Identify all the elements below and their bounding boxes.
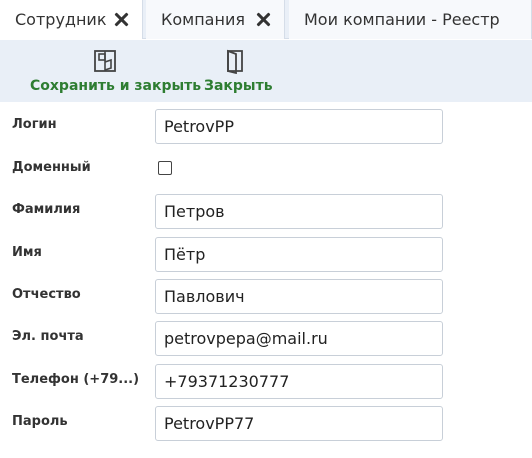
close-icon[interactable] bbox=[113, 11, 129, 27]
email-field[interactable]: petrovpepa@mail.ru bbox=[155, 321, 443, 356]
surname-label: Фамилия bbox=[12, 202, 81, 217]
close-label: Закрыть bbox=[204, 78, 273, 94]
tab-company-label: Компания bbox=[161, 10, 245, 29]
name-label: Имя bbox=[12, 245, 42, 260]
tab-my-companies-label: Мои компании - Реестр bbox=[304, 10, 500, 29]
tab-company[interactable]: Компания bbox=[146, 0, 285, 39]
save-close-icon bbox=[92, 48, 118, 78]
toolbar: Сохранить и закрыть Закрыть bbox=[0, 40, 532, 102]
phone-field[interactable]: +79371230777 bbox=[155, 364, 443, 399]
login-label: Логин bbox=[12, 117, 57, 132]
domain-checkbox[interactable] bbox=[158, 161, 172, 175]
password-label: Пароль bbox=[12, 414, 68, 429]
tab-employee-label: Сотрудник bbox=[15, 10, 107, 29]
surname-field[interactable]: Петров bbox=[155, 194, 443, 229]
save-and-close-button[interactable]: Сохранить и закрыть bbox=[30, 40, 201, 102]
tab-bar: Сотрудник Компания Мои компании - Реестр bbox=[0, 0, 532, 39]
close-button[interactable]: Закрыть bbox=[204, 40, 273, 102]
door-icon bbox=[222, 48, 248, 78]
email-label: Эл. почта bbox=[12, 329, 84, 344]
tab-my-companies-registry[interactable]: Мои компании - Реестр bbox=[289, 0, 532, 39]
save-and-close-label: Сохранить и закрыть bbox=[30, 78, 202, 94]
name-field[interactable]: Пётр bbox=[155, 237, 443, 272]
close-icon[interactable] bbox=[255, 11, 271, 27]
phone-label: Телефон (+79...) bbox=[12, 372, 140, 387]
tab-employee[interactable]: Сотрудник bbox=[0, 0, 143, 39]
patronymic-field[interactable]: Павлович bbox=[155, 279, 443, 314]
login-field[interactable]: PetrovPP bbox=[155, 109, 443, 144]
patronymic-label: Отчество bbox=[12, 287, 81, 302]
password-field[interactable]: PetrovPP77 bbox=[155, 406, 443, 441]
domain-label: Доменный bbox=[12, 160, 91, 175]
